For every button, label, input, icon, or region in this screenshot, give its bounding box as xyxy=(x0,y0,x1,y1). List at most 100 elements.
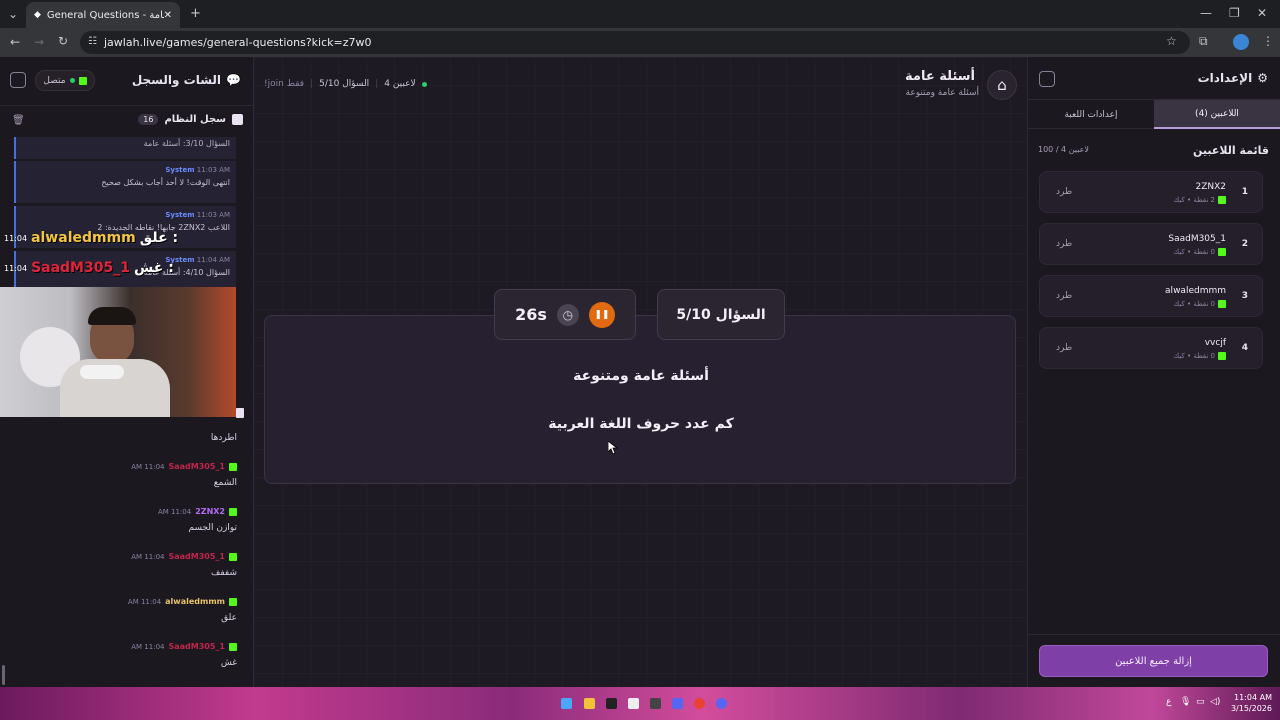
app-icon[interactable] xyxy=(650,698,661,709)
volume-icon[interactable]: ◁) xyxy=(1210,697,1220,707)
stream-overlay-message: 11:04 SaadM305_1 غش : xyxy=(4,260,174,276)
profile-avatar[interactable] xyxy=(1233,34,1249,50)
chrome-icon[interactable] xyxy=(694,698,705,709)
favicon-icon: ◆ xyxy=(34,10,41,20)
message-time: 11:03 AM xyxy=(196,211,230,219)
kick-logo-icon xyxy=(1218,352,1226,360)
overlay-time: 11:04 xyxy=(4,263,28,273)
app-icon[interactable] xyxy=(606,698,617,709)
url-field[interactable]: ☷ jawlah.live/games/general-questions?ki… xyxy=(80,31,1190,54)
overlay-text: علق : xyxy=(139,230,179,246)
discord-icon[interactable] xyxy=(672,698,683,709)
clock-icon: ◷ xyxy=(556,303,579,326)
file-explorer-icon[interactable] xyxy=(584,698,595,709)
kick-logo-icon xyxy=(229,597,237,606)
settings-header: ⚙ الإعدادات xyxy=(1198,71,1268,85)
system-log-header[interactable]: سجل النظام 16 xyxy=(138,114,243,125)
home-button[interactable]: ⌂ xyxy=(987,70,1017,100)
back-icon[interactable]: ← xyxy=(10,36,20,48)
game-area: أسئلة عامة أسئلة عامة ومتنوعة ⌂ !join فق… xyxy=(254,57,1027,687)
collapse-panel-icon[interactable] xyxy=(10,72,26,88)
chat-scrollbar[interactable] xyxy=(2,665,5,685)
minimize-icon[interactable]: — xyxy=(1200,7,1212,19)
microphone-shape xyxy=(80,365,124,379)
players-capacity: 100 / 4 لاعبين xyxy=(1038,145,1089,154)
start-icon[interactable] xyxy=(561,698,572,709)
chat-message-text: اطردها xyxy=(210,433,237,443)
chat-username[interactable]: 2ZNX2 xyxy=(195,507,225,516)
system-message: System 11:03 AM انتهى الوقت! لا أحد أجاب… xyxy=(14,161,236,203)
app-icon[interactable] xyxy=(716,698,727,709)
kick-player-button[interactable]: طرد xyxy=(1056,239,1072,249)
chat-username[interactable]: alwaledmmm xyxy=(165,597,225,606)
divider xyxy=(1028,634,1280,635)
chat-panel: متصل 💬 الشات والسجل 🗑 سجل النظام 16 السؤ… xyxy=(0,57,254,687)
message-time: 11:04 AM xyxy=(127,597,162,606)
address-bar-row: ← → ↻ ☷ jawlah.live/games/general-questi… xyxy=(0,28,1280,57)
chat-username[interactable]: SaadM305_1 xyxy=(168,552,225,561)
url-text: jawlah.live/games/general-questions?kick… xyxy=(104,36,372,49)
bookmark-star-icon[interactable]: ☆ xyxy=(1166,35,1177,47)
page-title: أسئلة عامة xyxy=(905,69,975,84)
player-rank: 4 xyxy=(1241,343,1248,353)
close-tab-icon[interactable]: ✕ xyxy=(164,10,172,21)
tab-list-icon[interactable]: ⌄ xyxy=(8,8,18,20)
player-row: 2 SaadM305_1 0 نقطة • كيك طرد xyxy=(1039,223,1263,265)
message-time: 11:04 AM xyxy=(131,552,165,561)
question-category: أسئلة عامة ومتنوعة xyxy=(573,368,709,384)
overlay-text: غش : xyxy=(133,260,174,276)
clock-date: 3/15/2026 xyxy=(1230,704,1272,713)
pause-button[interactable]: ❚❚ xyxy=(588,301,615,328)
kick-logo-icon xyxy=(229,462,237,471)
kick-player-button[interactable]: طرد xyxy=(1056,343,1072,353)
chat-message: SaadM305_1 11:04 AM الشمع xyxy=(0,458,253,498)
app-icon[interactable] xyxy=(628,698,639,709)
forward-icon[interactable]: → xyxy=(34,36,44,48)
restore-icon[interactable]: ❐ xyxy=(1229,7,1240,19)
remove-all-label: إزالة جميع اللاعبين xyxy=(1115,655,1192,667)
input-language[interactable]: ع xyxy=(1166,697,1171,707)
system-clock[interactable]: 11:04 AM 3/15/2026 xyxy=(1228,692,1272,714)
mic-icon[interactable]: 🎙 xyxy=(1180,697,1191,707)
system-message: السؤال 3/10: أسئلة عامة xyxy=(14,137,236,159)
message-time: 11:03 AM xyxy=(196,166,230,174)
player-rank: 3 xyxy=(1241,291,1248,301)
player-meta: 0 نقطة • كيك xyxy=(1173,352,1215,360)
reload-icon[interactable]: ↻ xyxy=(58,35,68,47)
divider xyxy=(0,105,253,106)
player-row: 4 vvcjf 0 نقطة • كيك طرد xyxy=(1039,327,1263,369)
chat-username[interactable]: SaadM305_1 xyxy=(168,642,225,651)
join-hint: !join فقط xyxy=(264,79,305,89)
chat-username[interactable]: SaadM305_1 xyxy=(168,462,225,471)
player-name: 2ZNX2 xyxy=(1195,182,1226,192)
chat-message: alwaledmmm 11:04 AM علق xyxy=(0,593,253,633)
browser-tab[interactable]: ◆ General Questions - أسئلة عامة ✕ xyxy=(26,2,180,28)
question-number: السؤال 5/10 xyxy=(676,306,766,323)
system-message-text: انتهى الوقت! لا أحد أجاب بشكل صحيح xyxy=(101,178,230,187)
system-log-count: 16 xyxy=(138,114,159,125)
collapse-panel-icon[interactable] xyxy=(1039,71,1055,87)
site-info-icon[interactable]: ☷ xyxy=(88,37,97,47)
connection-status-text: متصل xyxy=(43,75,66,86)
kick-logo-icon xyxy=(229,507,237,516)
network-icon[interactable]: ▭ xyxy=(1196,697,1205,707)
player-name: SaadM305_1 xyxy=(1168,234,1226,244)
kick-player-button[interactable]: طرد xyxy=(1056,187,1072,197)
chat-title: 💬 الشات والسجل xyxy=(132,73,241,87)
kick-logo-icon xyxy=(229,642,237,651)
question-card: أسئلة عامة ومتنوعة كم عدد حروف اللغة الع… xyxy=(264,315,1016,484)
tab-game-settings[interactable]: إعدادات اللعبة xyxy=(1028,100,1154,129)
mouse-cursor-icon xyxy=(608,441,618,455)
trash-icon[interactable]: 🗑 xyxy=(12,116,25,126)
new-tab-icon[interactable]: + xyxy=(190,7,201,20)
kick-player-button[interactable]: طرد xyxy=(1056,291,1072,301)
browser-menu-icon[interactable]: ⋮ xyxy=(1262,35,1274,47)
gear-icon: ⚙ xyxy=(1257,71,1268,85)
remove-all-players-button[interactable]: إزالة جميع اللاعبين xyxy=(1039,645,1268,677)
timer-box: 26s ◷ ❚❚ xyxy=(494,289,636,340)
close-window-icon[interactable]: ✕ xyxy=(1257,7,1267,19)
question-progress: السؤال 5/10 xyxy=(319,79,370,89)
players-list-title: قائمة اللاعبين xyxy=(1193,144,1269,157)
tab-players[interactable]: اللاعبين (4) xyxy=(1154,100,1280,129)
extensions-icon[interactable]: ⧉ xyxy=(1199,35,1208,47)
